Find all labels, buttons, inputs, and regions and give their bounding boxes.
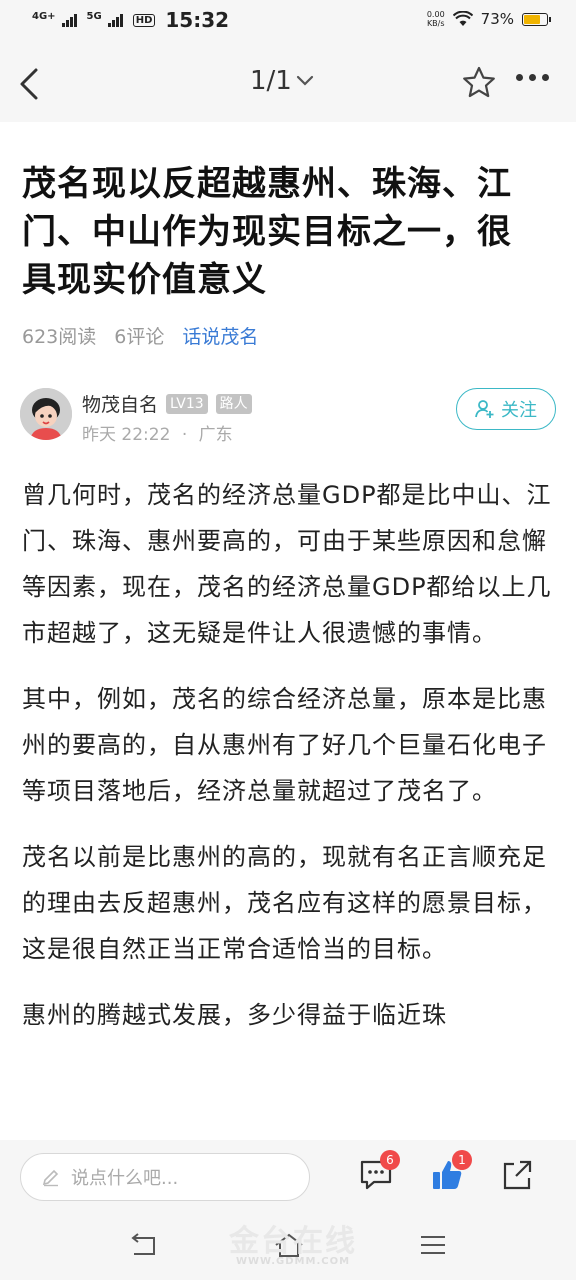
status-right: 0.00 KB/s 73%	[427, 10, 551, 28]
paragraph: 茂名以前是比惠州的高的，现就有名正言顺充足的理由去反超惠州，茂名应有这样的愿景目…	[22, 843, 547, 963]
back-gesture-icon[interactable]	[128, 1230, 162, 1260]
signal-icon	[61, 13, 77, 27]
post-time-text: 昨天 22:22	[82, 425, 171, 445]
topic-link[interactable]: 话说茂名	[182, 322, 258, 349]
wifi-icon	[452, 11, 473, 26]
paragraph: 惠州的腾越式发展，多少得益于临近珠	[22, 1001, 447, 1029]
top-nav: 1/1	[0, 44, 576, 122]
pencil-icon	[42, 1169, 59, 1187]
network-speed: 0.00 KB/s	[427, 10, 445, 28]
article-body: 曾几何时，茂名的经济总量GDP都是比中山、江门、珠海、惠州要高的，可由于某些原因…	[22, 472, 556, 1058]
follow-button[interactable]: 关注	[456, 388, 556, 430]
chevron-down-icon	[296, 75, 313, 86]
like-button[interactable]: 1	[430, 1150, 472, 1198]
add-user-icon	[475, 400, 494, 418]
paragraph: 其中，例如，茂名的综合经济总量，原本是比惠州的要高的，自从惠州有了好几个巨量石化…	[22, 685, 547, 805]
page-indicator[interactable]: 1/1	[250, 66, 314, 96]
comment-count[interactable]: 6评论	[114, 322, 164, 349]
rank-badge: 路人	[215, 393, 252, 414]
network-label-1: 4G+	[32, 10, 56, 22]
menu-icon[interactable]	[416, 1230, 450, 1260]
paragraph: 曾几何时，茂名的经济总量GDP都是比中山、江门、珠海、惠州要高的，可由于某些原因…	[22, 481, 552, 647]
comments-button[interactable]: 6	[358, 1150, 400, 1198]
speed-unit: KB/s	[426, 19, 445, 28]
separator-dot: ·	[181, 425, 188, 445]
battery-icon	[522, 12, 551, 26]
article-meta: 623阅读 6评论 话说茂名	[22, 322, 258, 349]
status-bar: 4G+ 5G HD 15:32 0.00 KB/s 73%	[0, 0, 576, 44]
post-time: 昨天 22:22 · 广东	[82, 420, 233, 445]
author-name[interactable]: 物茂自名	[82, 390, 158, 417]
more-icon[interactable]	[516, 74, 549, 81]
share-icon	[503, 1160, 532, 1190]
hd-voice-icon: HD	[132, 13, 156, 27]
watermark-url: WWW.GDMM.COM	[235, 1256, 351, 1267]
battery-percent: 73%	[480, 10, 514, 28]
signal-icon	[107, 13, 123, 27]
article-title: 茂名现以反超越惠州、珠海、江门、中山作为现实目标之一，很具现实价值意义	[22, 164, 512, 300]
read-count: 623阅读	[22, 326, 97, 348]
network-label-2: 5G	[86, 10, 102, 22]
watermark: 金台在线 WWW.GDMM.COM	[188, 1216, 398, 1276]
page-indicator-label: 1/1	[250, 66, 292, 96]
status-left: 4G+ 5G HD 15:32	[32, 8, 229, 32]
avatar[interactable]	[20, 388, 72, 440]
watermark-text: 金台在线	[229, 1224, 357, 1259]
share-button[interactable]	[500, 1158, 540, 1198]
avatar-cartoon-icon	[20, 388, 72, 440]
post-location: 广东	[198, 425, 233, 445]
speed-value: 0.00	[426, 10, 445, 19]
battery-fill	[524, 14, 541, 24]
comment-count-badge: 6	[380, 1150, 400, 1170]
like-count-badge: 1	[452, 1150, 472, 1170]
comment-bar: 说点什么吧... 6 1	[0, 1140, 576, 1212]
comment-placeholder: 说点什么吧...	[71, 1168, 179, 1189]
follow-label: 关注	[501, 400, 537, 421]
author-row: 物茂自名 LV13 路人 昨天 22:22 · 广东 关注	[20, 388, 556, 445]
level-badge: LV13	[166, 393, 208, 414]
author-name-row: 物茂自名 LV13 路人	[82, 390, 252, 417]
back-icon[interactable]	[14, 64, 50, 104]
comment-input[interactable]: 说点什么吧...	[20, 1153, 310, 1201]
clock: 15:32	[165, 8, 230, 32]
star-icon[interactable]	[460, 64, 498, 102]
